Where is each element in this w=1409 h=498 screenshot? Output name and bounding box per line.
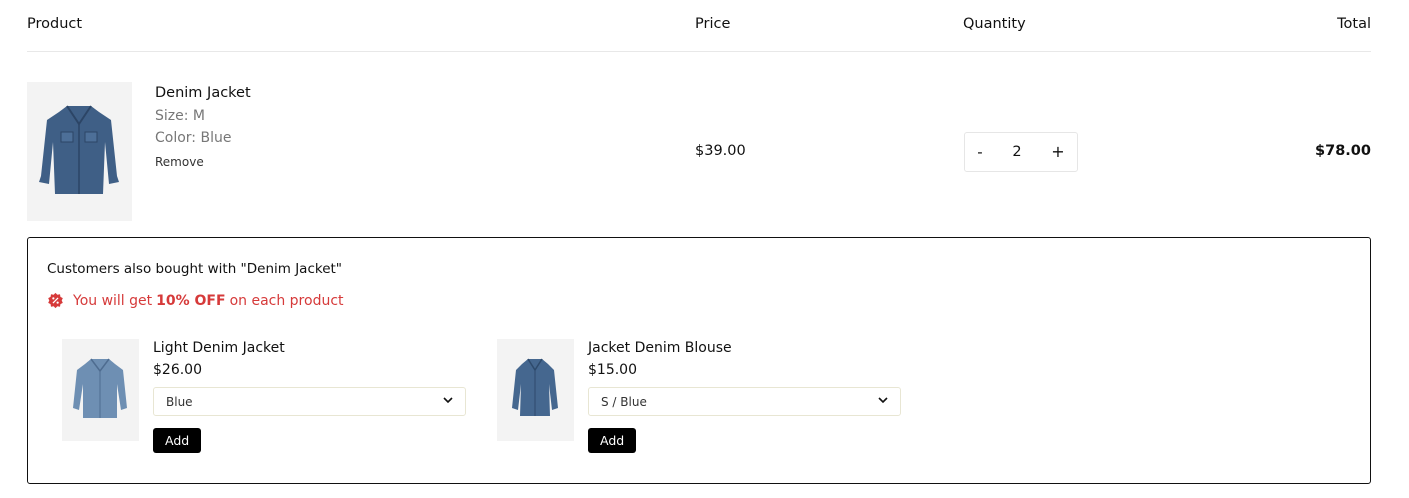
offer-prefix: You will get xyxy=(73,292,153,309)
recommended-product-image[interactable] xyxy=(62,339,139,441)
product-color: Color: Blue xyxy=(155,130,232,146)
chevron-down-icon xyxy=(443,397,453,404)
denim-jacket-image xyxy=(39,105,119,194)
column-header-product: Product xyxy=(27,16,83,32)
quantity-stepper: - 2 + xyxy=(964,132,1078,172)
quantity-input[interactable]: 2 xyxy=(1003,133,1031,171)
offer-suffix: on each product xyxy=(229,292,344,309)
product-price: $39.00 xyxy=(695,143,746,159)
remove-link[interactable]: Remove xyxy=(155,155,204,169)
column-header-quantity: Quantity xyxy=(963,16,1026,32)
discount-offer: You will get 10% OFF on each product xyxy=(47,292,344,309)
header-divider xyxy=(27,51,1371,52)
variant-select-value: S / Blue xyxy=(601,395,647,409)
discount-badge-icon xyxy=(48,292,63,309)
variant-select[interactable]: Blue xyxy=(153,387,466,416)
frequently-bought-panel: Customers also bought with "Denim Jacket… xyxy=(27,237,1371,484)
offer-highlight: 10% OFF xyxy=(156,292,226,309)
increase-quantity-button[interactable]: + xyxy=(1045,133,1071,171)
add-button[interactable]: Add xyxy=(588,428,637,453)
chevron-down-icon xyxy=(878,397,888,404)
recommended-product-name[interactable]: Jacket Denim Blouse xyxy=(588,340,732,356)
recommended-product-price: $15.00 xyxy=(588,362,637,378)
recommended-product-price: $26.00 xyxy=(153,362,202,378)
column-header-total: Total xyxy=(1337,16,1371,32)
column-header-price: Price xyxy=(695,16,731,32)
decrease-quantity-button[interactable]: - xyxy=(965,133,995,171)
light-denim-jacket-image xyxy=(73,358,127,418)
variant-select[interactable]: S / Blue xyxy=(588,387,901,416)
add-button[interactable]: Add xyxy=(153,428,202,453)
product-size: Size: M xyxy=(155,108,205,124)
variant-select-value: Blue xyxy=(166,395,193,409)
line-total: $78.00 xyxy=(1315,143,1371,159)
recommended-product-image[interactable] xyxy=(497,339,574,441)
product-name[interactable]: Denim Jacket xyxy=(155,85,251,101)
recommended-product-name[interactable]: Light Denim Jacket xyxy=(153,340,285,356)
jacket-denim-blouse-image xyxy=(512,358,558,416)
frequently-bought-title: Customers also bought with "Denim Jacket… xyxy=(47,261,343,277)
product-image[interactable] xyxy=(27,82,132,221)
